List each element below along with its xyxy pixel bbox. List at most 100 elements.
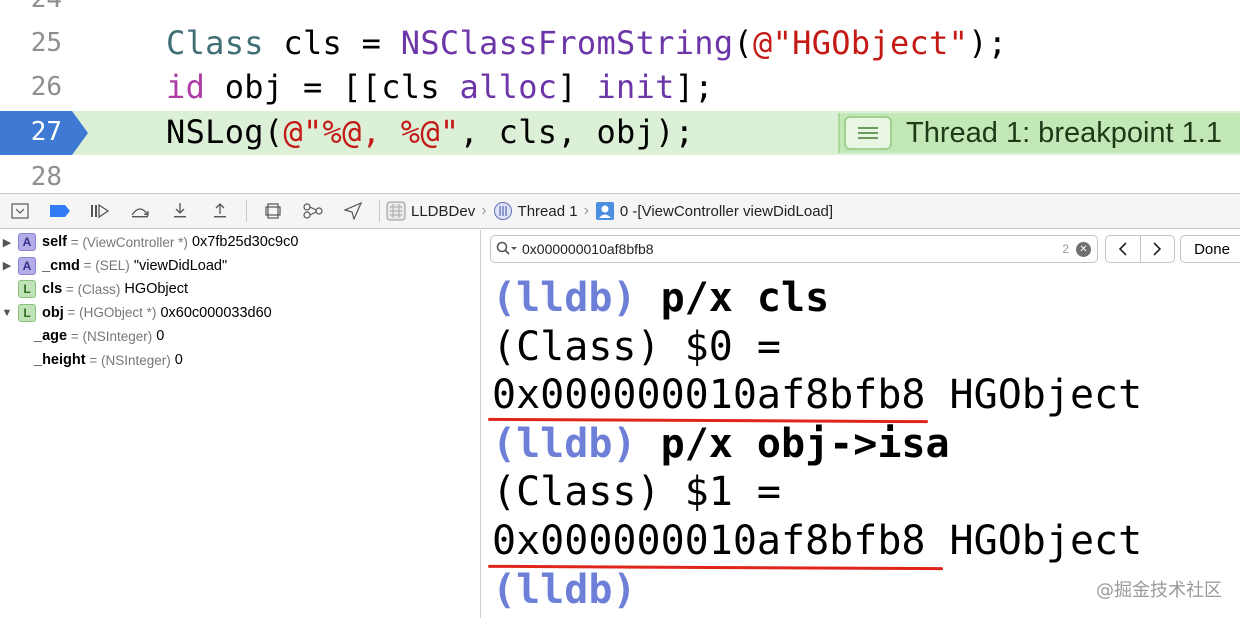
- step-over-icon: [131, 208, 149, 218]
- variable-value: 0x7fb25d30c9c0: [191, 234, 299, 250]
- lldb-command: p/x obj->isa: [636, 420, 950, 467]
- equals-sign: =: [67, 328, 83, 344]
- code-text: NSLog(@"%@, %@", cls, obj);: [166, 113, 694, 151]
- breadcrumb-app[interactable]: LLDBDev: [386, 201, 475, 221]
- find-field[interactable]: 0x000000010af8bfb8 2 ✕: [490, 235, 1098, 263]
- code-token: init: [596, 68, 675, 106]
- variable-type: (Class): [77, 281, 121, 297]
- variable-row[interactable]: ▶ Aself = (ViewController *) 0x7fb25d30c9…: [0, 230, 298, 254]
- console-text: 0x000000010af8bfb8 HGObject: [492, 518, 1143, 564]
- find-query: 0x000000010af8bfb8: [522, 241, 654, 257]
- watermark: @掘金技术社区: [1096, 580, 1222, 601]
- lldb-prompt: (lldb): [492, 275, 637, 321]
- code-token: );: [968, 24, 1008, 62]
- step-out-icon: [214, 203, 226, 218]
- previous-match-button[interactable]: [1106, 236, 1141, 262]
- code-line[interactable]: 28: [0, 156, 1240, 193]
- code-line[interactable]: 25 Class cls = NSClassFromString(@"HGObj…: [0, 22, 1240, 66]
- variable-row[interactable]: _age = (NSInteger) 0: [34, 324, 164, 348]
- variable-name: cls: [42, 281, 63, 298]
- breadcrumb-label: 0 -[ViewController viewDidLoad]: [619, 202, 834, 220]
- chevron-left-icon: [1118, 242, 1127, 256]
- code-editor[interactable]: 24 25 Class cls = NSClassFromString(@"HG…: [0, 0, 1240, 193]
- disclosure-collapsed-icon[interactable]: ▶: [0, 259, 14, 272]
- step-into-button[interactable]: [160, 196, 200, 226]
- location-arrow-icon: [344, 202, 362, 220]
- code-token: alloc: [459, 68, 558, 106]
- variable-type: (SEL): [95, 258, 130, 274]
- app-icon: [386, 201, 406, 221]
- breadcrumb-frame[interactable]: 0 -[ViewController viewDidLoad]: [595, 201, 833, 221]
- continue-icon: [91, 203, 110, 219]
- code-text: id obj = [[cls alloc] init];: [166, 68, 714, 106]
- breakpoint-banner: Thread 1: breakpoint 1.1: [838, 113, 1240, 153]
- current-code-line[interactable]: 27 NSLog(@"%@, %@", cls, obj); Thread 1:…: [0, 111, 1240, 155]
- continue-button[interactable]: [80, 196, 120, 226]
- view-hierarchy-button[interactable]: [253, 196, 293, 226]
- breakpoint-icon: [50, 205, 70, 217]
- code-token: @"%@, %@": [283, 113, 460, 151]
- line-number: 28: [30, 162, 62, 192]
- code-token: (: [733, 24, 753, 62]
- console-line: (Class) $0 =: [492, 323, 781, 372]
- banner-menu-button[interactable]: [844, 116, 892, 150]
- variable-name: self: [42, 234, 67, 250]
- line-number: 25: [30, 28, 62, 58]
- console-line: (lldb): [492, 566, 637, 615]
- equals-sign: =: [62, 281, 78, 297]
- console-text: 0x000000010af8bfb8 HGObject: [492, 372, 1143, 419]
- breadcrumb-label: Thread 1: [517, 202, 578, 220]
- variable-name: _cmd: [42, 257, 80, 274]
- console-line: (lldb) p/x cls: [492, 274, 829, 323]
- code-token: ];: [674, 68, 714, 106]
- console-line: (Class) $1 =: [492, 468, 781, 517]
- equals-sign: =: [85, 352, 101, 368]
- variables-view[interactable]: ▶ Aself = (ViewController *) 0x7fb25d30c9…: [0, 230, 481, 618]
- find-navigation: [1105, 235, 1175, 263]
- code-token: cls =: [263, 24, 401, 62]
- variable-row[interactable]: ▶ A _cmd = (SEL) "viewDidLoad": [0, 254, 227, 278]
- hide-panel-icon: [11, 203, 29, 219]
- step-out-button[interactable]: [200, 196, 240, 226]
- line-number: 26: [30, 72, 62, 102]
- memory-graph-button[interactable]: [293, 196, 333, 226]
- variable-type: (NSInteger): [82, 328, 153, 344]
- done-button[interactable]: Done: [1180, 235, 1240, 263]
- code-line[interactable]: 26 id obj = [[cls alloc] init];: [0, 66, 1240, 110]
- console-text: (Class) $0 =: [492, 323, 781, 370]
- chevron-right-icon: ›: [583, 202, 589, 219]
- step-over-button[interactable]: [120, 196, 160, 226]
- separator: [246, 200, 247, 222]
- breakpoints-toggle-button[interactable]: [40, 196, 80, 226]
- line-number: 27: [30, 117, 62, 147]
- code-token: NSLog(: [166, 113, 284, 151]
- hide-debug-area-button[interactable]: [0, 196, 40, 226]
- menu-icon: [858, 127, 878, 139]
- simulate-location-button[interactable]: [333, 196, 373, 226]
- step-into-icon: [174, 203, 186, 218]
- code-text: Class cls = NSClassFromString(@"HGObject…: [166, 24, 1007, 62]
- clear-icon[interactable]: ✕: [1076, 242, 1091, 257]
- match-count: 2: [1062, 242, 1069, 256]
- console-line: 0x000000010af8bfb8 HGObject: [492, 517, 1142, 566]
- variable-name: _height: [34, 352, 86, 368]
- code-token: ]: [557, 68, 597, 106]
- search-icon: [496, 241, 517, 255]
- console-line: (lldb) p/x obj->isa: [492, 420, 950, 469]
- next-match-button[interactable]: [1141, 236, 1175, 262]
- equals-sign: =: [63, 305, 80, 321]
- variable-value: 0: [156, 328, 165, 345]
- console-view[interactable]: 0x000000010af8bfb8 2 ✕ Done (lldb) p/x c…: [482, 230, 1240, 618]
- breadcrumb-label: LLDBDev: [411, 202, 476, 220]
- code-token: id: [166, 68, 206, 106]
- disclosure-collapsed-icon[interactable]: ▶: [0, 236, 14, 249]
- variable-row[interactable]: Lcls = (Class) HGObject: [0, 277, 188, 301]
- variable-row[interactable]: _height = (NSInteger) 0: [34, 348, 183, 372]
- argument-badge-icon: A: [18, 256, 36, 275]
- variable-row[interactable]: ▼ Lobj = (HGObject *) 0x60c000033d60: [0, 301, 272, 325]
- disclosure-expanded-icon[interactable]: ▼: [0, 307, 14, 319]
- equals-sign: =: [67, 234, 83, 250]
- breadcrumb-thread[interactable]: Thread 1: [493, 201, 578, 221]
- local-badge-icon: L: [18, 303, 36, 322]
- console-line: 0x000000010af8bfb8 HGObject: [492, 371, 1142, 420]
